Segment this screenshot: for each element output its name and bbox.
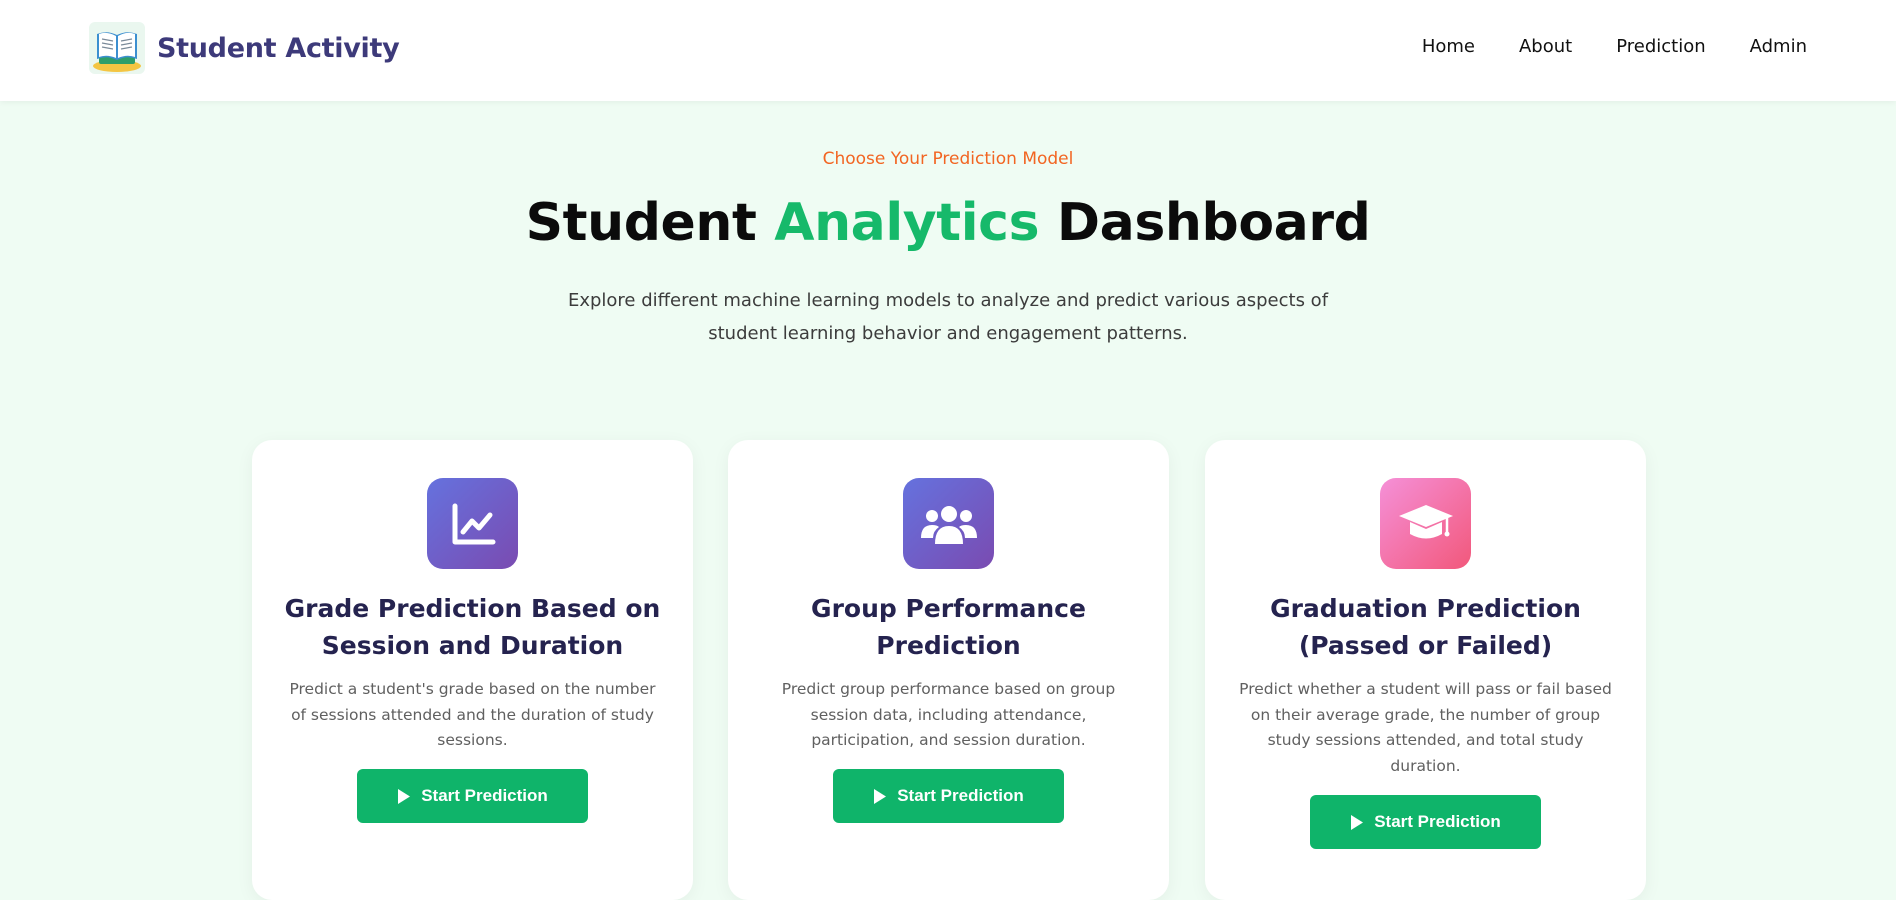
users-group-icon [903, 478, 994, 569]
brand-name: Student Activity [157, 32, 400, 64]
brand-home-link[interactable]: Student Activity [89, 22, 400, 74]
nav-link-admin[interactable]: Admin [1750, 36, 1807, 57]
graduation-cap-icon [1380, 478, 1471, 569]
page-title: Student Analytics Dashboard [0, 193, 1896, 253]
line-chart-icon [427, 478, 518, 569]
hero-subtitle: Explore different machine learning model… [567, 290, 1329, 344]
start-prediction-button[interactable]: Start Prediction [1310, 795, 1541, 849]
page-title-accent: Analytics [774, 193, 1040, 253]
card-title: Graduation Prediction (Passed or Failed) [1270, 594, 1581, 660]
start-prediction-button[interactable]: Start Prediction [833, 769, 1064, 823]
nav-links: Home About Prediction Admin [1422, 36, 1807, 57]
start-prediction-label: Start Prediction [1374, 812, 1501, 831]
card-title: Group Performance Prediction [811, 594, 1086, 660]
nav-link-about[interactable]: About [1519, 36, 1572, 57]
start-prediction-label: Start Prediction [421, 786, 548, 805]
page-title-part2: Dashboard [1056, 193, 1371, 253]
model-card-grade-prediction: Grade Prediction Based on Session and Du… [252, 440, 693, 900]
card-description: Predict group performance based on group… [781, 680, 1116, 749]
card-description: Predict whether a student will pass or f… [1239, 680, 1612, 775]
play-icon [398, 788, 411, 804]
model-card-graduation-prediction: Graduation Prediction (Passed or Failed)… [1205, 440, 1646, 900]
start-prediction-label: Start Prediction [897, 786, 1024, 805]
nav-link-prediction[interactable]: Prediction [1616, 36, 1705, 57]
hero-eyebrow: Choose Your Prediction Model [822, 149, 1074, 169]
open-book-logo-icon [89, 22, 145, 74]
model-card-group-performance: Group Performance Prediction Predict gro… [728, 440, 1169, 900]
top-navbar: Student Activity Home About Prediction A… [0, 0, 1896, 101]
nav-link-home[interactable]: Home [1422, 36, 1475, 57]
card-description: Predict a student's grade based on the n… [289, 680, 656, 749]
play-icon [874, 788, 887, 804]
card-title: Grade Prediction Based on Session and Du… [284, 594, 661, 660]
play-icon [1351, 814, 1364, 830]
start-prediction-button[interactable]: Start Prediction [357, 769, 588, 823]
page-title-part1: Student [525, 193, 757, 253]
